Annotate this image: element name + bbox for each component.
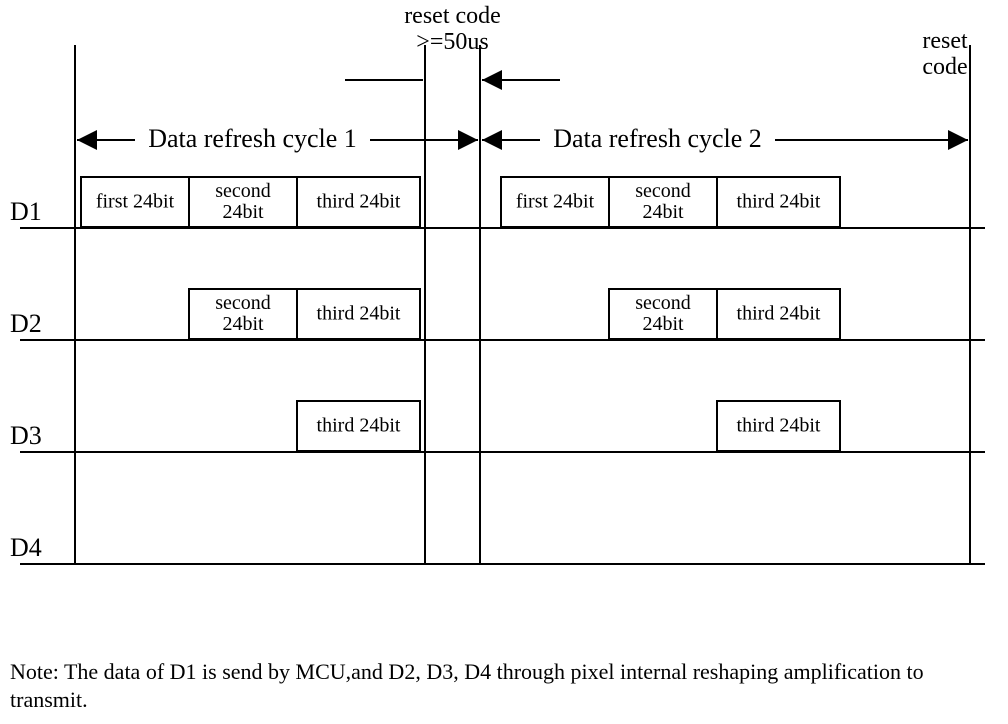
reset-code-top-line1: reset code <box>404 3 501 29</box>
cell-second-24bit: second 24bit <box>610 293 716 335</box>
cell-first-24bit: first 24bit <box>502 191 608 214</box>
d1-c2-second: second 24bit <box>608 176 718 228</box>
cell-second-24bit: second 24bit <box>190 293 296 335</box>
reset-code-right-line1: reset <box>922 28 967 54</box>
d3-c1-third: third 24bit <box>296 400 421 452</box>
diagram-wires <box>0 0 1008 724</box>
note-line1: Note: The data of D1 is send by MCU,and … <box>10 660 924 684</box>
row-label-D3: D3 <box>10 422 42 451</box>
row-label-D2: D2 <box>10 310 42 339</box>
cell-third-24bit: third 24bit <box>718 415 839 438</box>
timing-diagram: reset code >=50us reset code Data refres… <box>0 0 1008 724</box>
reset-code-right-line2: code <box>922 54 967 80</box>
d2-c1-second: second 24bit <box>188 288 298 340</box>
cell-second-24bit: second 24bit <box>610 181 716 223</box>
d1-c2-first: first 24bit <box>500 176 610 228</box>
cell-third-24bit: third 24bit <box>718 191 839 214</box>
cell-third-24bit: third 24bit <box>718 303 839 326</box>
row-label-D1: D1 <box>10 198 42 227</box>
reset-code-right-label: reset code <box>895 28 995 81</box>
cell-third-24bit: third 24bit <box>298 415 419 438</box>
cell-second-24bit: second 24bit <box>190 181 296 223</box>
row-label-D4: D4 <box>10 534 42 563</box>
d1-c2-third: third 24bit <box>716 176 841 228</box>
d2-c1-third: third 24bit <box>296 288 421 340</box>
reset-code-top-line2: >=50us <box>416 29 488 55</box>
cell-third-24bit: third 24bit <box>298 191 419 214</box>
reset-code-top-label: reset code >=50us <box>350 3 555 56</box>
refresh-cycle-2-label: Data refresh cycle 2 <box>525 125 790 154</box>
d2-c2-second: second 24bit <box>608 288 718 340</box>
refresh-cycle-1-label: Data refresh cycle 1 <box>120 125 385 154</box>
d3-c2-third: third 24bit <box>716 400 841 452</box>
note-line2: transmit. <box>10 688 88 712</box>
cell-third-24bit: third 24bit <box>298 303 419 326</box>
d1-c1-first: first 24bit <box>80 176 190 228</box>
d2-c2-third: third 24bit <box>716 288 841 340</box>
d1-c1-second: second 24bit <box>188 176 298 228</box>
d1-c1-third: third 24bit <box>296 176 421 228</box>
cell-first-24bit: first 24bit <box>82 191 188 214</box>
